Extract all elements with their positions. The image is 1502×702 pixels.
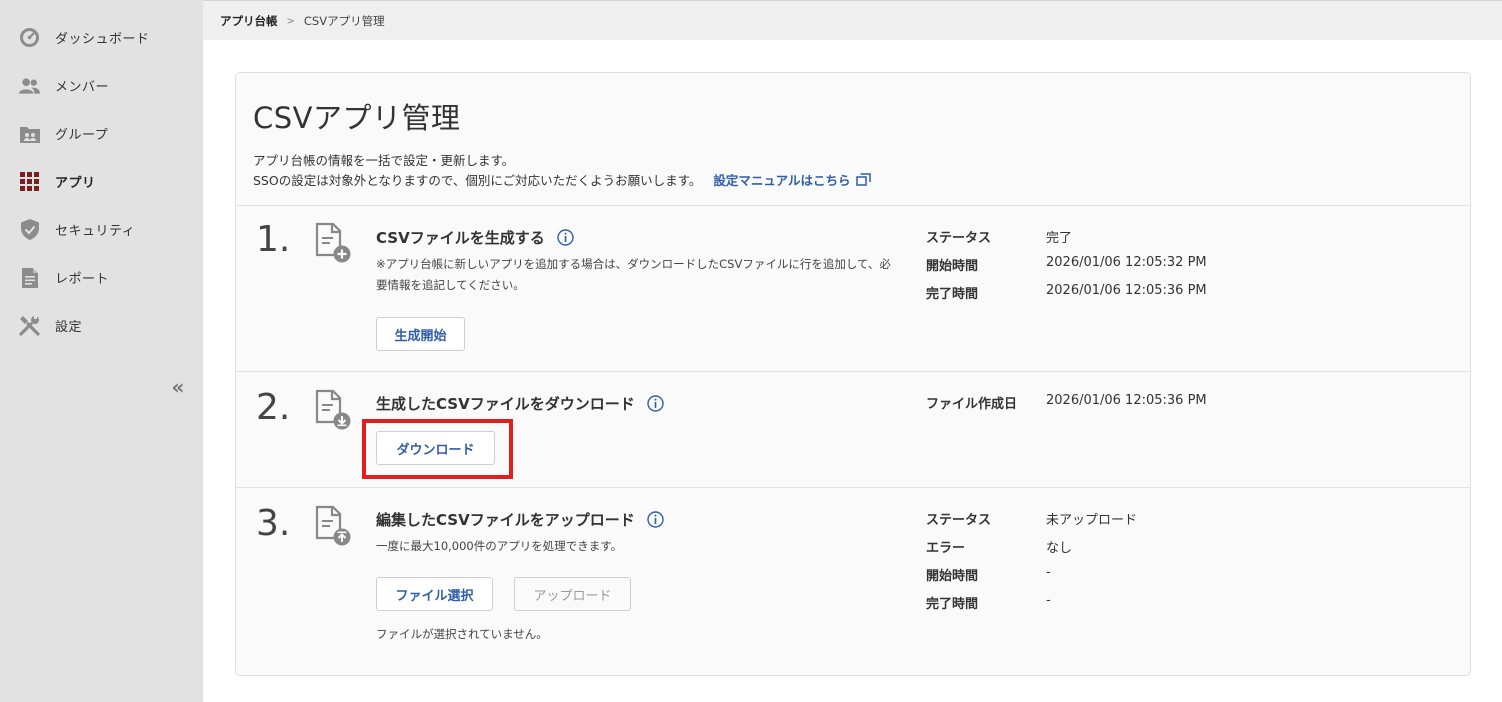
field-value: 2026/01/06 12:05:32 PM [1046,255,1207,270]
settings-tools-icon [19,315,40,336]
info-icon[interactable] [557,229,574,246]
download-button[interactable]: ダウンロード [376,431,495,465]
breadcrumb-link-app-ledger[interactable]: アプリ台帳 [220,13,278,29]
sidebar-item-dashboard[interactable]: ダッシュボード [0,13,203,61]
step-title: 編集したCSVファイルをアップロード [376,509,664,530]
step-title-label: CSVファイルを生成する [376,229,545,247]
csv-management-card: CSVアプリ管理 アプリ台帳の情報を一括で設定・更新します。 SSOの設定は対象… [235,72,1471,676]
sidebar-item-apps[interactable]: アプリ [0,157,203,205]
sidebar-item-groups[interactable]: グループ [0,109,203,157]
step-title-label: 編集したCSVファイルをアップロード [376,511,635,529]
field-label: エラー [926,541,966,556]
field-value: 未アップロード [1046,513,1138,528]
step-title: 生成したCSVファイルをダウンロード [376,393,664,414]
field-label: ステータス [926,513,992,528]
step-number: 3. [256,503,291,544]
step-number: 1. [256,219,291,260]
step-number: 2. [256,387,291,428]
sidebar-item-label: レポート [55,271,110,287]
field-label: 開始時間 [926,259,979,274]
section-divider [236,205,1470,206]
dashboard-gauge-icon [19,27,40,48]
sidebar-item-reports[interactable]: レポート [0,253,203,301]
report-document-icon [19,267,40,288]
manual-link-label: 設定マニュアルはこちら [713,173,851,188]
upload-button[interactable]: アップロード [514,577,631,611]
members-icon [19,75,40,96]
field-label: ステータス [926,231,992,246]
info-icon[interactable] [647,511,664,528]
page-title: CSVアプリ管理 [253,101,461,135]
file-selection-status: ファイルが選択されていません。 [376,627,548,641]
field-label: 開始時間 [926,569,979,584]
field-value: 完了 [1046,231,1073,246]
breadcrumb-separator: > [286,15,295,27]
page-description-sso: SSOの設定は対象外となりますので、個別にご対応いただくようお願いします。 設定… [253,170,872,189]
apps-grid-icon [19,171,40,192]
sidebar-item-members[interactable]: メンバー [0,61,203,109]
field-value: なし [1046,541,1073,556]
external-link-icon [856,173,872,186]
sso-note: SSOの設定は対象外となりますので、個別にご対応いただくようお願いします。 [253,173,702,188]
sidebar-item-label: 設定 [55,319,83,335]
file-add-icon [315,222,353,264]
breadcrumb: アプリ台帳 > CSVアプリ管理 [220,13,385,29]
page-description: アプリ台帳の情報を一括で設定・更新します。 [253,153,515,168]
field-label: 完了時間 [926,597,979,612]
step-note: ※アプリ台帳に新しいアプリを追加する場合は、ダウンロードしたCSVファイルに行を… [376,257,891,292]
field-value: - [1046,565,1051,580]
sidebar: ダッシュボード メンバー グループ アプリ セキュリティ レポート 設定 « [0,0,203,702]
sidebar-item-label: アプリ [55,175,96,191]
header-bar: アプリ台帳 > CSVアプリ管理 [203,0,1502,40]
sidebar-item-label: メンバー [55,79,110,95]
field-value: 2026/01/06 12:05:36 PM [1046,283,1207,298]
sidebar-item-label: ダッシュボード [55,31,150,47]
shield-check-icon [19,219,40,240]
field-label: ファイル作成日 [926,397,1018,412]
sidebar-item-label: グループ [55,127,109,143]
sidebar-item-settings[interactable]: 設定 [0,301,203,349]
file-select-button[interactable]: ファイル選択 [376,577,493,611]
info-icon[interactable] [647,395,664,412]
sidebar-collapse-button[interactable]: « [168,376,188,398]
field-label: 完了時間 [926,287,979,302]
step-title-label: 生成したCSVファイルをダウンロード [376,395,635,413]
sidebar-item-security[interactable]: セキュリティ [0,205,203,253]
manual-link[interactable]: 設定マニュアルはこちら [713,170,872,189]
generate-start-button[interactable]: 生成開始 [376,317,465,351]
file-upload-icon [315,505,353,547]
file-download-icon [315,389,353,431]
field-value: 2026/01/06 12:05:36 PM [1046,393,1207,408]
section-divider [236,487,1470,488]
breadcrumb-current: CSVアプリ管理 [303,14,385,28]
step-title: CSVファイルを生成する [376,227,574,248]
step-note: 一度に最大10,000件のアプリを処理できます。 [376,539,623,553]
group-folder-icon [19,123,40,144]
field-value: - [1046,593,1051,608]
section-divider [236,371,1470,372]
sidebar-item-label: セキュリティ [55,223,136,239]
